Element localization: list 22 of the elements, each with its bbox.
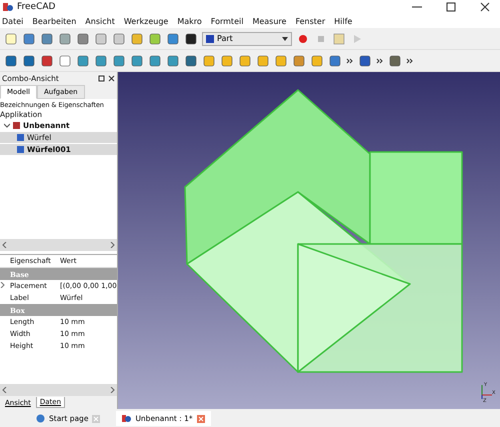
horizontal-scrollbar[interactable] (0, 384, 117, 396)
scroll-left-icon[interactable] (2, 242, 7, 248)
menu-item[interactable]: Makro (177, 16, 202, 26)
window-title: FreeCAD (17, 2, 56, 12)
close-icon[interactable] (108, 74, 115, 82)
menu-item[interactable]: Fenster (295, 16, 326, 26)
horizontal-scrollbar[interactable] (0, 239, 117, 251)
menu-item[interactable]: Measure (252, 16, 286, 26)
app-logo-icon (122, 414, 132, 423)
scroll-left-icon[interactable] (2, 387, 7, 393)
scroll-right-icon[interactable] (110, 387, 115, 393)
menu-item[interactable]: Ansicht (85, 16, 115, 26)
app-logo-icon (3, 2, 13, 12)
menu-item[interactable]: Hilfe (334, 16, 352, 26)
menu-item[interactable]: Bearbeiten (32, 16, 76, 26)
scroll-right-icon[interactable] (110, 242, 115, 248)
menu-item[interactable]: Formteil (210, 16, 244, 26)
caret-icon (282, 36, 288, 40)
menu-item[interactable]: Werkzeuge (124, 16, 168, 26)
undock-icon[interactable] (98, 74, 105, 82)
menu-item[interactable]: Datei (2, 16, 24, 26)
workbench-dropdown[interactable]: Part (202, 32, 292, 46)
